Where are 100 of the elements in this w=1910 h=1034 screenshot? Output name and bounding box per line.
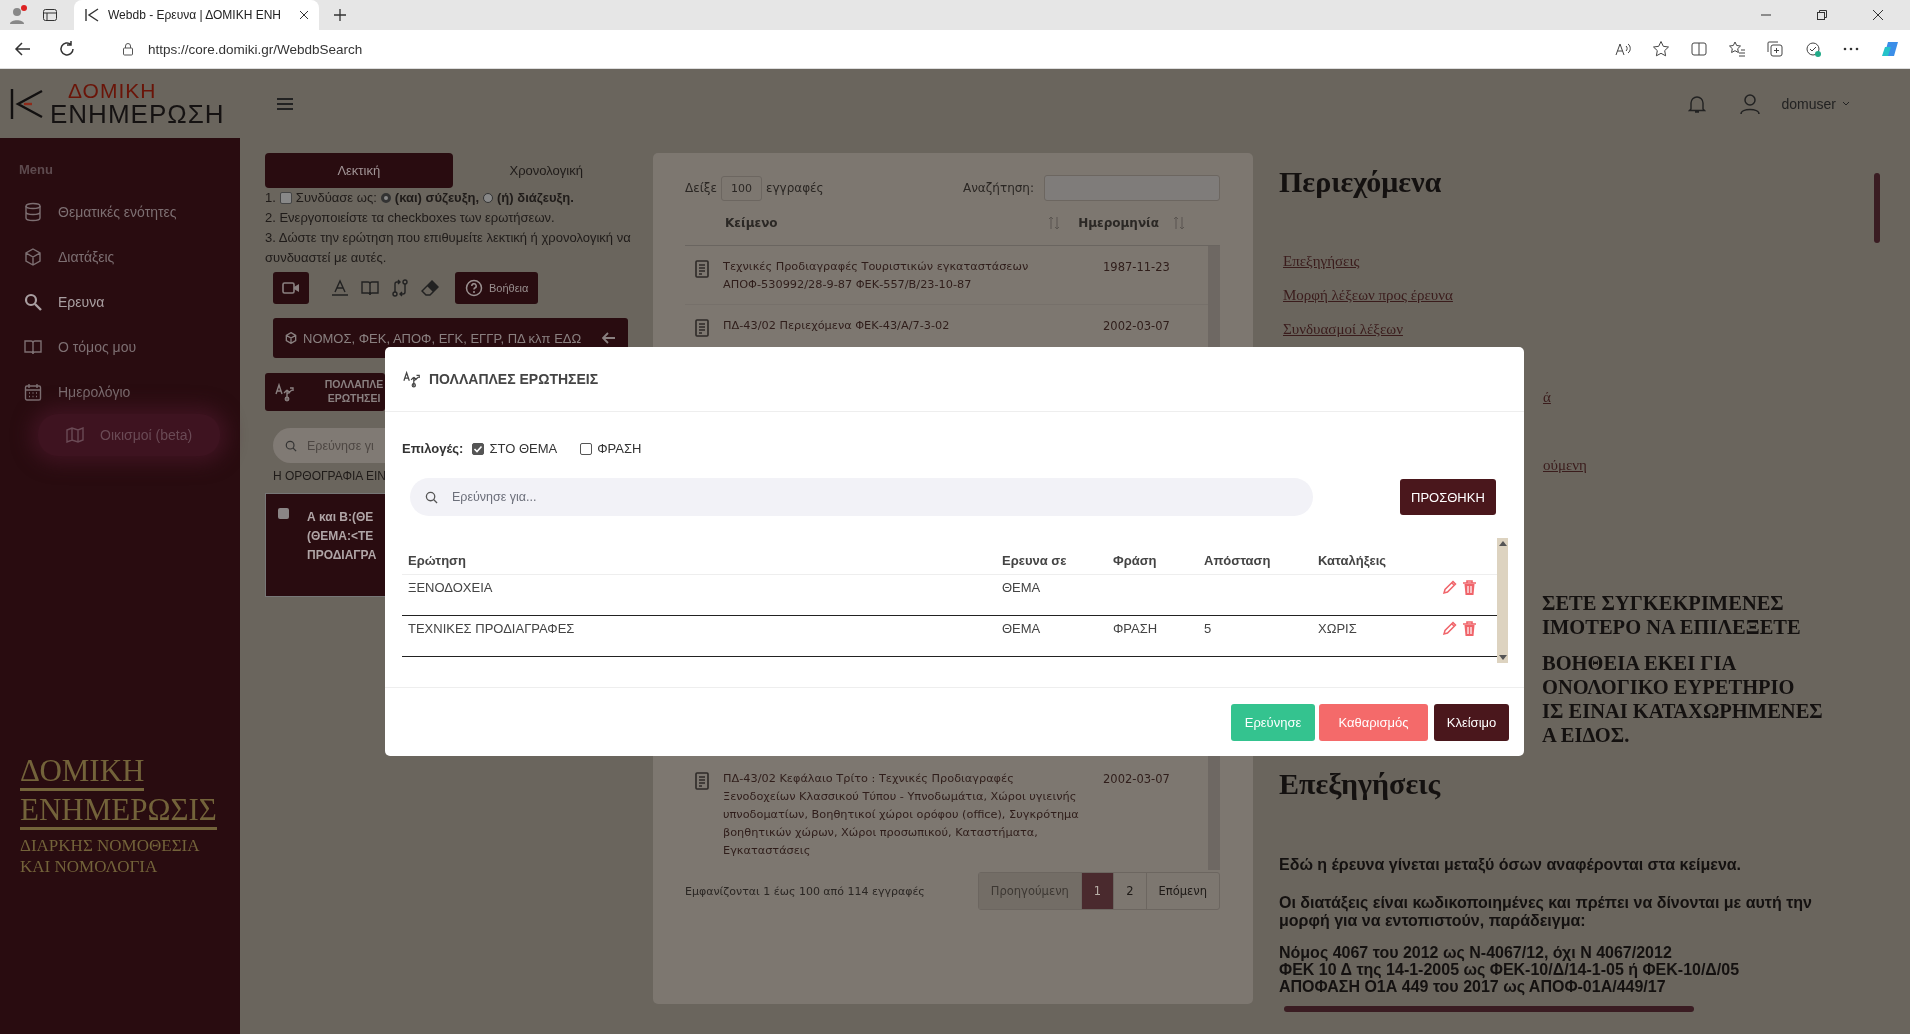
pagination-button[interactable]: 1 — [1080, 873, 1114, 909]
column-header: Ερευνα σε — [1002, 552, 1068, 568]
address-field[interactable]: https://core.domiki.gr/WebdbSearch — [22, 34, 1588, 64]
pagination-button[interactable]: 2 — [1113, 873, 1146, 909]
radio-button[interactable] — [483, 193, 494, 203]
contents-link[interactable]: Επεξηγήσεις — [1283, 251, 1360, 272]
option-label: ΦΡΑΣΗ — [597, 441, 642, 456]
branch-arrows-icon — [275, 382, 295, 402]
option-checkbox[interactable] — [580, 442, 593, 455]
option-checkbox[interactable] — [472, 442, 485, 455]
table-cell-text: 1987-11-23 — [1103, 259, 1170, 276]
bell-icon[interactable] — [1687, 93, 1706, 114]
trash-icon[interactable] — [1463, 580, 1476, 595]
refresh-icon[interactable] — [58, 40, 76, 58]
pencil-icon[interactable] — [1442, 580, 1457, 595]
brand-subtitle: ΔΙΑΡΚΗΣ ΝΟΜΟΘΕΣΙΑ — [20, 836, 201, 857]
sidebar-item[interactable]: Θεματικές ενότητες — [0, 189, 177, 234]
help-button[interactable]: Βοήθεια — [455, 272, 539, 304]
extensions-icon[interactable] — [1804, 40, 1822, 58]
sidebar-item[interactable]: Ο τόμος μου — [0, 324, 137, 369]
book-icon[interactable] — [361, 280, 379, 296]
logo-title: ΔΟΜΙΚΗ — [67, 80, 158, 101]
page-size-select[interactable]: 100 — [720, 175, 762, 201]
document-icon — [695, 319, 709, 337]
profile-icon[interactable] — [8, 5, 28, 25]
restore-icon[interactable] — [1816, 9, 1828, 21]
combine-checkbox[interactable] — [279, 192, 292, 204]
record-title-link[interactable]: Τεχνικές Προδιαγραφές Τουριστικών εγκαταστάσεων ΑΠΟΦ-530992/28-9-87 ΦΕΚ-557/Β/23-10-87 — [723, 258, 1085, 294]
user-menu[interactable]: domuser — [1781, 95, 1850, 112]
collections-icon[interactable] — [1766, 40, 1784, 58]
column-header: Καταλήξεις — [1318, 552, 1387, 568]
back-icon[interactable] — [14, 40, 32, 58]
trash-icon[interactable] — [1463, 621, 1476, 636]
menu-heading: Menu — [18, 162, 54, 177]
column-header[interactable]: Ημερομηνία — [1078, 216, 1159, 230]
branch-arrows-icon — [403, 370, 421, 388]
scroll-up-icon[interactable] — [1498, 541, 1507, 546]
record-title-link[interactable]: ΠΔ-43/02 Κεφάλαιο Τρίτο : Τεχνικές Προδιαγραφές Ξενοδοχείων Κλασσικού Τύπου - Υπνοδωμάτια, Χώροι υγιεινής υπνοδοματίων, Βοηθητικοί χώροι ορόφου (office), Συγκρότημα βοηθητικών χώρων, Χώροι προσωπικού, Καταστήματα, Εγκαταστάσεις — [723, 770, 1085, 860]
star-icon[interactable] — [1652, 40, 1670, 58]
scrollbar[interactable] — [1874, 173, 1880, 243]
tab-actions-icon[interactable] — [42, 7, 58, 23]
video-button[interactable] — [273, 272, 309, 304]
contents-link[interactable]: ούμενη — [1543, 455, 1587, 476]
logo-mark-icon — [10, 86, 44, 121]
column-header: Απόσταση — [1204, 552, 1272, 568]
close-icon[interactable] — [1872, 9, 1884, 21]
brand-title: ΕΝΗΜΕΡΩΣΙΣ — [20, 793, 217, 831]
option-label: ΣΤΟ ΘΕΜΑ — [489, 441, 558, 456]
column-header[interactable]: Κείμενο — [725, 216, 778, 230]
scrollbar[interactable] — [1284, 1006, 1694, 1012]
search-field[interactable] — [1044, 175, 1220, 201]
search-label: Αναζήτηση: — [962, 181, 1034, 195]
brand-subtitle: ΚΑΙ ΝΟΜΟΛΟΓΙΑ — [20, 856, 159, 877]
arrow-left-icon — [602, 332, 616, 344]
record-title-link[interactable]: ΠΔ-43/02 Περιεχόμενα ΦΕΚ-43/Α/7-3-02 — [723, 317, 1085, 337]
table-cell: ΧΩΡΙΣ — [1318, 621, 1357, 636]
cube-icon — [24, 247, 42, 266]
dialog-button[interactable]: Κλείσιμο — [1434, 703, 1509, 741]
favorites-icon[interactable] — [1728, 40, 1746, 58]
site-logo-icon — [84, 8, 100, 22]
brand-title: ΔΟΜΙΚΗ — [20, 754, 145, 792]
radio-button[interactable] — [380, 193, 391, 203]
swap-icon[interactable] — [391, 279, 409, 297]
column-header: Ερώτηση — [408, 552, 467, 568]
contents-link[interactable]: Συνδυασμοί λέξεων — [1283, 319, 1403, 340]
dialog-button[interactable]: Καθαρισμός — [1319, 703, 1428, 741]
pencil-icon[interactable] — [1442, 621, 1457, 636]
document-icon — [695, 260, 709, 278]
notice-text: ΣΕΤΕ ΣΥΓΚΕΚΡΙΜΕΝΕΣ ΙΜΟΤΕΡΟ ΝΑ ΕΠΙΛΕΞΕΤΕ — [1542, 591, 1802, 639]
sidebar-item[interactable]: Ερευνα — [0, 279, 105, 324]
search-field[interactable]: Ερεύνησε για... — [410, 478, 1313, 516]
read-aloud-icon[interactable] — [1614, 40, 1632, 58]
multiple-queries-button[interactable]: ΠΟΛΛΑΠΛΕ ΕΡΩΤΗΣΕΙ — [265, 373, 385, 411]
user-icon[interactable] — [1739, 92, 1760, 115]
search-tab[interactable]: Χρονολογική — [452, 153, 640, 188]
add-button[interactable]: ΠΡΟΣΘΗΚΗ — [1400, 479, 1496, 515]
map-icon — [66, 427, 84, 443]
contents-link[interactable]: ά — [1543, 387, 1551, 408]
menu-icon[interactable] — [277, 96, 293, 111]
dialog-button[interactable]: Ερεύνησε — [1231, 703, 1315, 741]
new-tab-icon[interactable] — [333, 8, 347, 22]
table-cell-text: 2002-03-07 — [1103, 318, 1170, 335]
cube-icon — [285, 332, 297, 344]
text-format-icon[interactable] — [331, 279, 349, 297]
table-cell: ΘΕΜΑ — [1002, 621, 1041, 636]
pagination-button[interactable]: Επόμενη — [1145, 873, 1219, 909]
query-checkbox[interactable] — [278, 508, 289, 519]
split-screen-icon[interactable] — [1690, 40, 1708, 58]
sidebar-item[interactable]: Διατάξεις — [0, 234, 115, 279]
browser-tab[interactable]: Webdb - Ερευνα | ΔΟΜΙΚΗ ΕΝΗ — [74, 0, 319, 30]
contents-link[interactable]: Μορφή λέξεων προς έρευνα — [1283, 285, 1453, 306]
sidebar-item[interactable]: Ημερολόγιο — [0, 369, 131, 414]
lock-icon — [122, 42, 134, 56]
query-text: Α και Β:(ΘΕ (ΘΕΜΑ:<ΤΕ ΠΡΟΔΙΑΓΡΑ — [306, 509, 377, 564]
close-icon[interactable] — [299, 10, 309, 20]
scroll-down-icon[interactable] — [1498, 655, 1507, 660]
scrollbar[interactable] — [1497, 538, 1508, 663]
combine-label: Συνδύασε ως: — [295, 189, 377, 207]
search-tab[interactable]: Λεκτική — [265, 153, 453, 188]
eraser-icon[interactable] — [421, 279, 439, 297]
